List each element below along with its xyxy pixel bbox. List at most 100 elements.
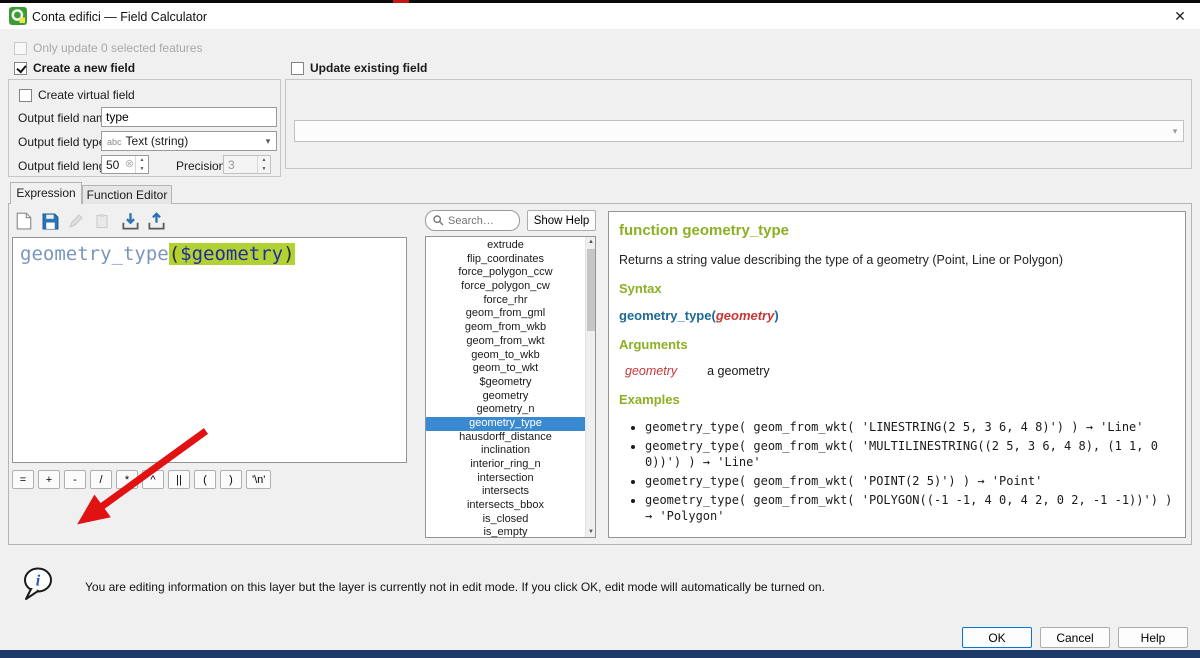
new-field-group: Create virtual field Output field name O…: [8, 79, 281, 177]
chevron-down-icon[interactable]: ▾: [260, 136, 276, 147]
scrollbar-thumb[interactable]: [587, 249, 595, 331]
function-list-item[interactable]: force_polygon_cw: [426, 280, 585, 294]
update-existing-group: ▾: [285, 79, 1192, 169]
create-new-field-checkbox[interactable]: Create a new field: [14, 61, 135, 75]
operator-button[interactable]: ): [220, 470, 242, 489]
checkbox-box[interactable]: [291, 62, 304, 75]
operator-button[interactable]: (: [194, 470, 216, 489]
function-list-item[interactable]: geometry_n: [426, 403, 585, 417]
output-field-type-label: Output field type: [18, 135, 105, 149]
function-list-item[interactable]: interior_ring_n: [426, 458, 585, 472]
new-expression-button[interactable]: [12, 209, 36, 233]
save-icon: [42, 213, 59, 230]
operator-button[interactable]: =: [12, 470, 34, 489]
edit-mode-notice: You are editing information on this laye…: [85, 580, 945, 594]
operator-button[interactable]: *: [116, 470, 138, 489]
function-list-item[interactable]: is_closed: [426, 513, 585, 527]
edit-expression-button-disabled: [64, 209, 88, 233]
function-list-item[interactable]: geometry: [426, 390, 585, 404]
update-existing-field-label: Update existing field: [310, 61, 427, 75]
checkbox-box[interactable]: [14, 62, 27, 75]
function-list-item[interactable]: $geometry: [426, 376, 585, 390]
remove-expression-button-disabled: [90, 209, 114, 233]
spin-down-icon: ▼: [258, 165, 270, 174]
search-input[interactable]: [448, 215, 506, 227]
cancel-button[interactable]: Cancel: [1040, 627, 1110, 648]
function-list-item[interactable]: hausdorff_distance: [426, 431, 585, 445]
operator-button[interactable]: ^: [142, 470, 164, 489]
function-list-item[interactable]: geometry_type: [426, 417, 585, 431]
import-arrow-icon: [121, 212, 140, 231]
export-expressions-button[interactable]: [144, 209, 168, 233]
checkbox-box[interactable]: [14, 42, 27, 55]
window-titlebar: Conta edifici — Field Calculator ✕: [0, 3, 1200, 29]
qgis-logo-icon: [9, 7, 27, 25]
only-update-selected-checkbox[interactable]: Only update 0 selected features: [14, 41, 202, 55]
function-list-item[interactable]: force_polygon_ccw: [426, 266, 585, 280]
expression-function-token: geometry_type: [20, 243, 169, 265]
function-list-item[interactable]: geom_from_gml: [426, 307, 585, 321]
expression-open-paren: (: [169, 243, 180, 265]
examples-heading: Examples: [619, 392, 1173, 407]
function-list-scrollbar[interactable]: ▲ ▼: [585, 237, 595, 537]
scroll-up-icon[interactable]: ▲: [586, 237, 596, 247]
function-list-item[interactable]: inclination: [426, 444, 585, 458]
output-field-type-value: Text (string): [126, 134, 189, 148]
clear-icon[interactable]: ⊗: [125, 159, 134, 170]
function-list-item[interactable]: geom_from_wkb: [426, 321, 585, 335]
ok-button[interactable]: OK: [962, 627, 1032, 648]
expression-editor[interactable]: geometry_type($geometry): [12, 237, 407, 463]
help-button[interactable]: Help: [1118, 627, 1188, 648]
scroll-down-icon[interactable]: ▼: [586, 527, 596, 537]
argument-description: a geometry: [707, 364, 770, 378]
existing-field-combobox: ▾: [294, 120, 1184, 142]
help-title: function geometry_type: [619, 222, 1173, 239]
function-list-item[interactable]: geom_to_wkt: [426, 362, 585, 376]
function-search-box[interactable]: [425, 210, 520, 231]
spin-down-icon[interactable]: ▼: [136, 165, 148, 174]
create-virtual-field-checkbox[interactable]: Create virtual field: [19, 88, 135, 102]
save-expression-button[interactable]: [38, 209, 62, 233]
function-list-item[interactable]: intersection: [426, 472, 585, 486]
function-list-item[interactable]: geom_to_wkb: [426, 349, 585, 363]
close-button[interactable]: ✕: [1168, 5, 1192, 27]
checkbox-box[interactable]: [19, 89, 32, 102]
syntax-line: geometry_type(geometry): [619, 308, 1173, 323]
function-list-item[interactable]: is_empty: [426, 526, 585, 540]
function-list-item[interactable]: force_rhr: [426, 294, 585, 308]
update-existing-field-checkbox[interactable]: Update existing field: [291, 61, 427, 75]
output-field-type-combobox[interactable]: abcText (string) ▾: [101, 131, 277, 151]
function-list-item[interactable]: intersects: [426, 485, 585, 499]
operator-button[interactable]: ||: [168, 470, 190, 489]
function-list-item[interactable]: extrude: [426, 239, 585, 253]
taskbar-edge: [0, 650, 1200, 658]
spin-up-icon[interactable]: ▲: [136, 156, 148, 165]
output-field-length-spinner[interactable]: 50 ⊗ ▲▼: [101, 155, 149, 174]
syntax-parameter: geometry: [716, 308, 775, 323]
function-list-item[interactable]: intersects_bbox: [426, 499, 585, 513]
operator-button[interactable]: -: [64, 470, 86, 489]
import-expressions-button[interactable]: [118, 209, 142, 233]
create-virtual-field-label: Create virtual field: [38, 88, 135, 102]
operator-button[interactable]: '\n': [246, 470, 271, 489]
function-list-item[interactable]: flip_coordinates: [426, 253, 585, 267]
output-field-length-value: 50: [102, 158, 125, 172]
new-file-icon: [16, 212, 32, 230]
output-field-name-input[interactable]: [101, 107, 277, 127]
tab-expression[interactable]: Expression: [10, 182, 82, 204]
tab-function-editor[interactable]: Function Editor: [82, 185, 172, 204]
output-field-name-label: Output field name: [18, 111, 113, 125]
show-help-button[interactable]: Show Help: [527, 210, 596, 231]
function-help-panel: function geometry_type Returns a string …: [608, 211, 1186, 538]
arguments-heading: Arguments: [619, 337, 1173, 352]
clipboard-icon: [94, 213, 110, 229]
operator-button-row: =+-/*^||()'\n': [12, 470, 271, 489]
info-icon: i: [20, 566, 58, 602]
create-new-field-label: Create a new field: [33, 61, 135, 75]
function-list: extrudeflip_coordinatesforce_polygon_ccw…: [425, 236, 596, 538]
operator-button[interactable]: +: [38, 470, 60, 489]
window-title: Conta edifici — Field Calculator: [32, 10, 207, 24]
operator-button[interactable]: /: [90, 470, 112, 489]
expression-variable-token: $geometry: [180, 243, 283, 265]
function-list-item[interactable]: geom_from_wkt: [426, 335, 585, 349]
